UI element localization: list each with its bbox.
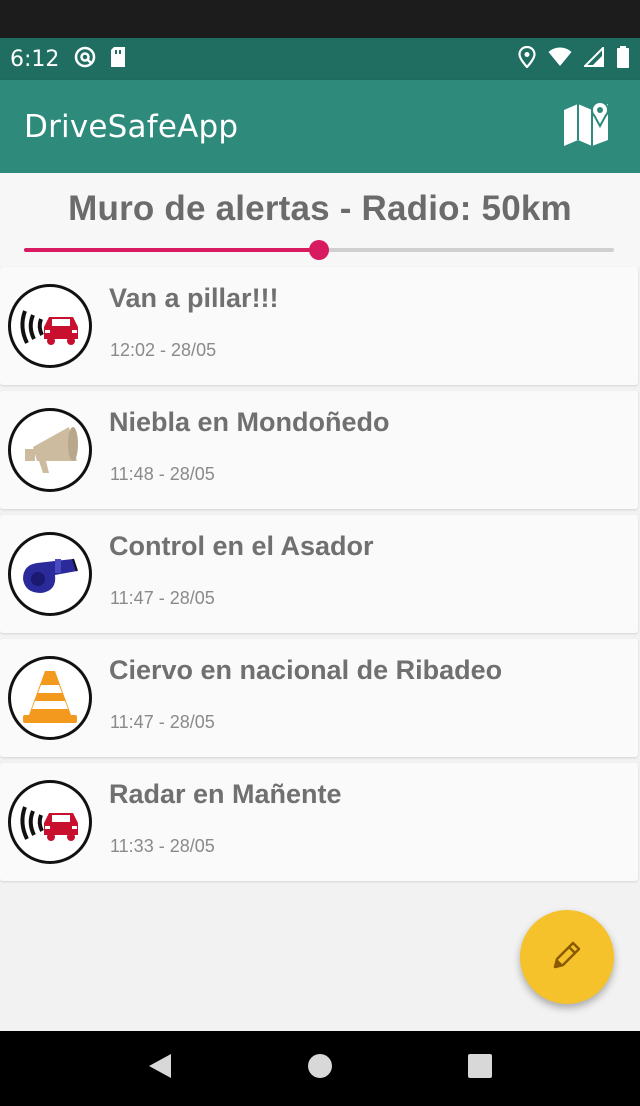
slider-thumb[interactable]: [309, 240, 329, 260]
wall-header: Muro de alertas - Radio: 50km: [0, 173, 640, 267]
slider-fill: [24, 248, 319, 252]
radar-icon: [8, 780, 92, 864]
battery-icon: [616, 45, 630, 73]
pencil-icon: [549, 937, 585, 978]
alert-card[interactable]: Niebla en Mondoñedo 11:48 - 28/05: [0, 391, 638, 509]
alert-title: Van a pillar!!!: [109, 283, 279, 313]
system-nav-bar: [0, 1031, 640, 1106]
alert-card[interactable]: Ciervo en nacional de Ribadeo 11:47 - 28…: [0, 639, 638, 757]
alert-time: 11:48 - 28/05: [110, 464, 215, 484]
signal-icon: [582, 45, 604, 72]
map-button[interactable]: [560, 99, 616, 155]
top-black-strip: [0, 0, 640, 38]
home-button[interactable]: [295, 1044, 345, 1094]
status-time: 6:12: [10, 46, 60, 72]
alert-title: Control en el Asador: [109, 531, 374, 561]
alert-card[interactable]: Radar en Mañente 11:33 - 28/05: [0, 763, 638, 881]
app-title: DriveSafeApp: [24, 108, 239, 145]
recents-icon: [467, 1053, 493, 1084]
map-icon: [562, 100, 614, 153]
alert-time: 12:02 - 28/05: [110, 340, 217, 360]
megaphone-icon: [8, 408, 92, 492]
alert-card[interactable]: Van a pillar!!! 12:02 - 28/05: [0, 267, 638, 385]
status-bar: 6:12: [0, 38, 640, 80]
home-icon: [307, 1053, 333, 1084]
alert-title: Radar en Mañente: [109, 779, 342, 809]
wall-title: Muro de alertas - Radio: 50km: [68, 189, 572, 228]
radar-icon: [8, 284, 92, 368]
back-button[interactable]: [135, 1044, 185, 1094]
sync-icon: [73, 45, 97, 74]
new-alert-button[interactable]: [520, 910, 614, 1004]
whistle-icon: [8, 532, 92, 616]
alert-title: Ciervo en nacional de Ribadeo: [109, 655, 503, 685]
app-bar: DriveSafeApp: [0, 80, 640, 173]
recents-button[interactable]: [455, 1044, 505, 1094]
back-icon: [147, 1052, 173, 1085]
wifi-icon: [548, 47, 572, 72]
alert-time: 11:33 - 28/05: [110, 836, 215, 856]
sd-card-icon: [109, 46, 127, 73]
alert-time: 11:47 - 28/05: [110, 712, 215, 732]
location-icon: [518, 45, 536, 73]
alert-time: 11:47 - 28/05: [110, 588, 215, 608]
alert-card[interactable]: Control en el Asador 11:47 - 28/05: [0, 515, 638, 633]
radius-slider[interactable]: [24, 235, 614, 265]
alert-title: Niebla en Mondoñedo: [109, 407, 390, 437]
traffic-cone-icon: [8, 656, 92, 740]
